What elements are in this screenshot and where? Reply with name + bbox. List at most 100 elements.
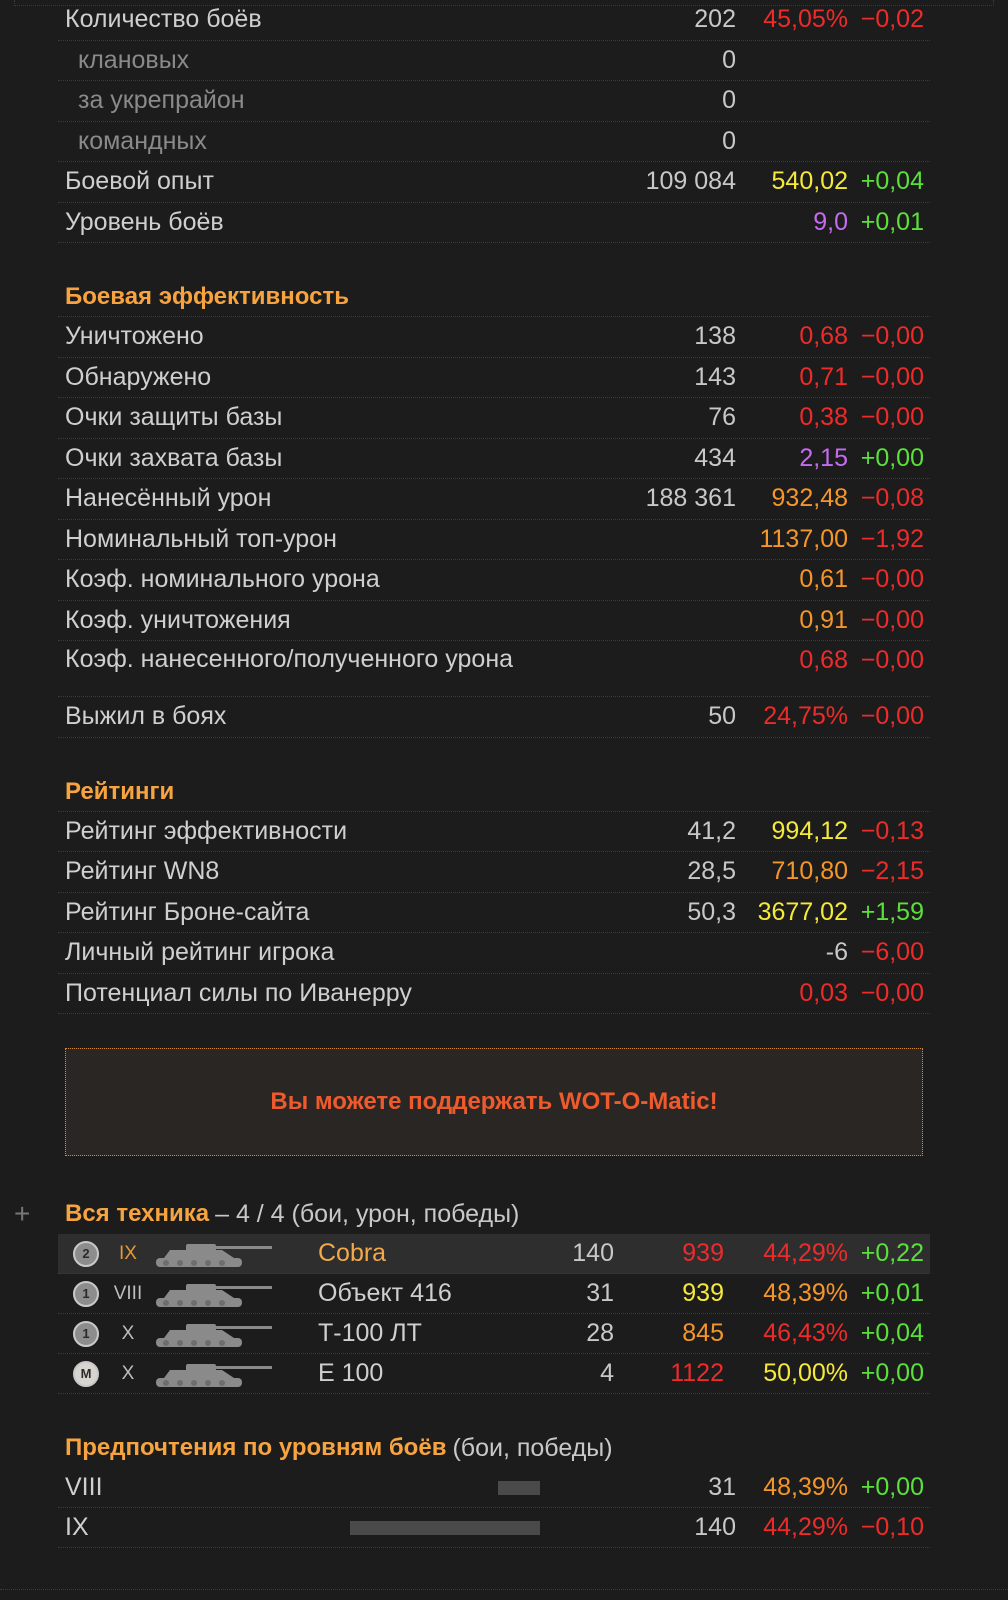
level-battles: 140 (694, 1513, 736, 1541)
stat-count: 202 (694, 5, 736, 34)
level-share-fill (498, 1480, 540, 1495)
stat-count: 50,3 (687, 897, 736, 926)
tank-silhouette-icon (150, 1276, 290, 1312)
vehicle-battles: 140 (572, 1239, 614, 1267)
stat-delta: −0,13 (860, 816, 924, 845)
stat-label: Рейтинг WN8 (65, 857, 220, 886)
stat-count: 76 (708, 403, 736, 432)
stat-row: за укрепрайон 0 (58, 81, 930, 122)
stat-value: 540,02 (771, 167, 848, 196)
vehicle-name[interactable]: Объект 416 (290, 1279, 518, 1308)
level-label: IX (65, 1513, 89, 1541)
mastery-badge-label: 2 (73, 1240, 99, 1267)
stat-count: 0 (722, 126, 736, 155)
level-winrate: 44,29% (763, 1513, 848, 1541)
stat-value: 9,0 (813, 207, 848, 236)
stat-label: Количество боёв (65, 5, 262, 34)
vehicles-header[interactable]: + Вся техника – 4 / 4 (бои, урон, победы… (14, 1194, 930, 1234)
level-share-bar (258, 1480, 540, 1495)
preferences-title: Предпочтения по уровням боёв (65, 1434, 447, 1461)
stat-row: Коэф. номинального урона 0,61 −0,00 (58, 560, 930, 601)
stat-value: 932,48 (771, 484, 848, 513)
stat-label: Выжил в боях (65, 702, 227, 731)
stat-row: Нанесённый урон 188 361 932,48 −0,08 (58, 479, 930, 520)
stat-row: клановых 0 (58, 41, 930, 81)
stat-delta: −0,02 (860, 5, 924, 34)
vehicle-battles: 28 (586, 1319, 614, 1347)
stat-value: 0,68 (799, 646, 848, 674)
stat-label: Номинальный топ-урон (65, 524, 337, 553)
stat-row: командных 0 (58, 122, 930, 162)
ratings-stats: Рейтинг эффективности 41,2 994,12 −0,13 Рейт… (58, 812, 930, 1014)
vehicle-winrate: 50,00% (763, 1359, 848, 1387)
level-battles: 31 (708, 1473, 736, 1501)
stat-delta: −0,00 (860, 362, 924, 391)
stat-row: Номинальный топ-урон 1137,00 −1,92 (58, 520, 930, 560)
vehicle-name[interactable]: Cobra (290, 1239, 518, 1268)
stat-count: 0 (722, 45, 736, 74)
tank-silhouette-icon (150, 1236, 290, 1272)
vehicles-subtitle: – 4 / 4 (бои, урон, победы) (215, 1199, 520, 1228)
stat-label: Нанесённый урон (65, 484, 272, 513)
stat-row: Выжил в боях 50 24,75% −0,00 (58, 697, 930, 738)
stat-label: Личный рейтинг игрока (65, 938, 335, 967)
stat-delta: −6,00 (860, 938, 924, 967)
vehicle-row[interactable]: 1 VIII Объект 416 31 939 48,39% +0,01 (58, 1274, 930, 1314)
preferences-table: VIII 31 48,39% +0,00 IX 140 44,29% −0,10 (58, 1468, 930, 1548)
stat-row: Уничтожено 138 0,68 −0,00 (58, 317, 930, 358)
stat-label: Уничтожено (65, 322, 204, 351)
stat-row: Рейтинг WN8 28,5 710,80 −2,15 (58, 852, 930, 893)
vehicles-title: Вся техника (65, 1200, 210, 1227)
stat-delta: −0,00 (860, 978, 924, 1007)
vehicle-row[interactable]: 2 IX Cobra 140 939 44,29% +0,22 (58, 1234, 930, 1274)
level-delta: −0,10 (860, 1513, 924, 1541)
stat-count: 188 361 (645, 484, 736, 513)
stat-row: Личный рейтинг игрока -6 −6,00 (58, 933, 930, 974)
stat-label: командных (78, 126, 207, 155)
tank-silhouette-icon (150, 1356, 290, 1392)
vehicle-delta: +0,01 (860, 1279, 924, 1307)
vehicle-row[interactable]: 1 X Т-100 ЛТ 28 845 46,43% +0,04 (58, 1314, 930, 1354)
stat-delta: −1,92 (860, 524, 924, 553)
level-delta: +0,00 (860, 1473, 924, 1501)
stat-value: 0,61 (799, 565, 848, 594)
level-pref-row: VIII 31 48,39% +0,00 (58, 1468, 930, 1508)
vehicle-tier: X (121, 1362, 135, 1384)
vehicle-row[interactable]: MX E 100 4 1122 50,00% +0,00 (58, 1354, 930, 1394)
stat-label: Коэф. нанесенного/полученного урона (65, 645, 514, 673)
stat-delta: −2,15 (860, 857, 924, 886)
stat-label: Боевой опыт (65, 167, 214, 196)
support-banner[interactable]: Вы можете поддержать WOT-O-Matic! (65, 1048, 923, 1156)
stat-row: Количество боёв 202 45,05% −0,02 (58, 0, 930, 41)
support-banner-text[interactable]: Вы можете поддержать WOT-O-Matic! (270, 1088, 717, 1116)
stat-value: 0,91 (799, 605, 848, 634)
mastery-badge-icon: 1 (66, 1279, 106, 1309)
stat-row: Коэф. нанесенного/полученного урона 0,68−… (58, 641, 930, 697)
stat-value: 0,38 (799, 403, 848, 432)
bottom-divider (0, 1589, 1008, 1590)
level-share-bar (258, 1520, 540, 1535)
stat-value: 2,15 (799, 443, 848, 472)
stat-count: 434 (694, 443, 736, 472)
stat-count: 28,5 (687, 857, 736, 886)
stat-label: Очки захвата базы (65, 443, 283, 472)
vehicle-name[interactable]: Т-100 ЛТ (290, 1319, 518, 1348)
stat-label: Обнаружено (65, 362, 212, 391)
expand-plus-icon[interactable]: + (14, 1198, 30, 1230)
tank-silhouette-icon (150, 1316, 290, 1352)
stat-row: Уровень боёв 9,0 +0,01 (58, 203, 930, 243)
vehicle-delta: +0,22 (860, 1239, 924, 1267)
mastery-badge-label: M (73, 1360, 99, 1387)
level-winrate: 48,39% (763, 1473, 848, 1501)
stat-label: за укрепрайон (78, 86, 245, 115)
vehicle-name[interactable]: E 100 (290, 1359, 518, 1388)
vehicle-winrate: 48,39% (763, 1279, 848, 1307)
ratings-title: Рейтинги (58, 772, 930, 812)
stat-label: Рейтинг Броне-сайта (65, 897, 310, 926)
mastery-badge-label: 1 (73, 1320, 99, 1347)
stat-value: 45,05% (763, 5, 848, 34)
stat-label: Очки защиты базы (65, 403, 283, 432)
stat-label: Коэф. номинального урона (65, 565, 380, 594)
level-label: VIII (65, 1473, 103, 1501)
